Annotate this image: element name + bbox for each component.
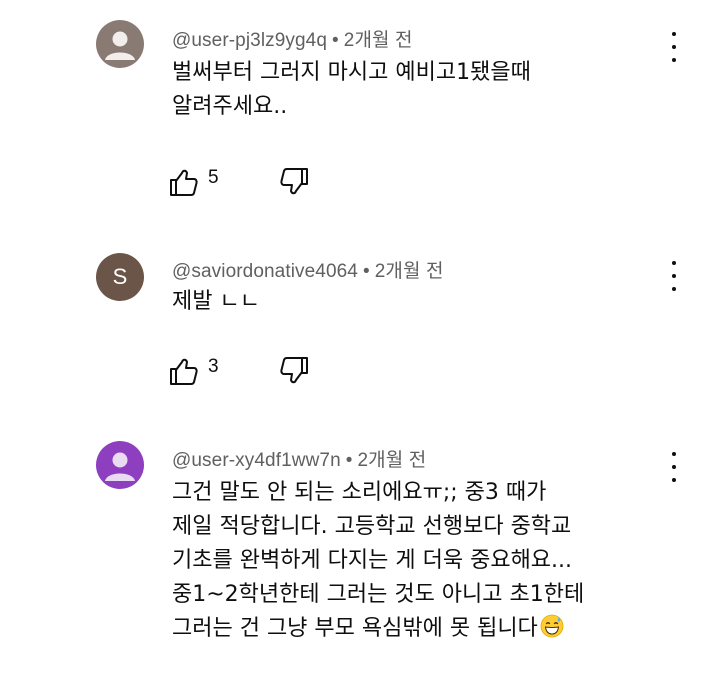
author-handle[interactable]: @user-xy4df1ww7n [172,450,341,471]
like-count: 5 [208,167,219,188]
comment-meta: @saviordonative4064 • 2개월 전 [172,256,444,283]
comment-text: 그건 말도 안 되는 소리에요ㅠ;; 중3 때가 제일 적당합니다. 고등학교 … [172,476,672,646]
thumbs-down-icon[interactable] [278,354,312,388]
more-vertical-icon[interactable] [666,32,682,62]
grinning-face-with-sweat-icon [540,614,564,638]
user-silhouette-icon [105,452,135,481]
comment-time: 2개월 전 [343,30,413,51]
user-silhouette-icon [105,31,135,60]
thumbs-down-icon[interactable] [278,165,312,199]
author-handle[interactable]: @user-pj3lz9yg4q [172,30,327,51]
comment-text: 벌써부터 그러지 마시고 예비고1됐을때 알려주세요.. [172,60,531,119]
comment-meta: @user-pj3lz9yg4q • 2개월 전 [172,25,413,52]
like-count: 3 [208,356,219,377]
separator: • [362,261,370,282]
separator: • [332,30,339,51]
comment-time: 2개월 전 [357,450,427,471]
more-vertical-icon[interactable] [666,261,682,291]
comment-text-content: 그건 말도 안 되는 소리에요ㅠ;; 중3 때가 제일 적당합니다. 고등학교 … [172,480,585,641]
thumbs-up-icon[interactable] [166,165,200,199]
separator: • [345,450,353,471]
comment-text: 제발 ㄴㄴ [172,289,260,314]
comment-time: 2개월 전 [374,261,444,282]
avatar[interactable]: S [96,253,144,301]
thumbs-up-icon[interactable] [166,354,200,388]
author-handle[interactable]: @saviordonative4064 [172,261,358,282]
avatar[interactable] [96,20,144,68]
comment-meta: @user-xy4df1ww7n • 2개월 전 [172,445,426,472]
avatar-letter: S [112,264,128,289]
avatar[interactable] [96,441,144,489]
